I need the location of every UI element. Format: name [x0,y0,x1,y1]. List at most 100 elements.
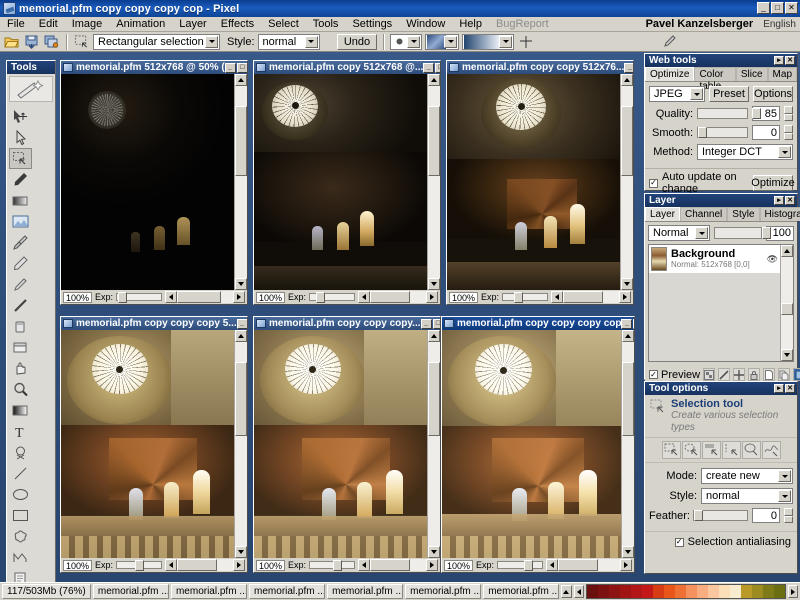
smooth-slider[interactable] [697,127,748,138]
ellipse-tool[interactable] [9,484,32,505]
exposure-slider-2[interactable] [309,292,356,303]
menu-animation[interactable]: Animation [109,17,172,32]
scroll-up-button[interactable] [781,245,793,257]
scroll-down-button[interactable] [621,278,633,290]
scroll-left-button[interactable] [358,291,371,303]
collapse-icon[interactable]: ▸ [774,196,784,205]
scroll-up-button[interactable] [235,330,247,342]
tool-preset-select[interactable]: Rectangular selection [93,33,220,50]
brush-tool[interactable] [9,274,32,295]
gradient-fill-tool[interactable] [9,400,32,421]
brush-select[interactable] [390,33,422,50]
close-icon[interactable]: ✕ [785,196,795,205]
image-1-vertical-scrollbar[interactable] [234,74,247,290]
new-selection-icon[interactable] [661,441,681,459]
chevron-down-icon[interactable] [407,35,420,48]
blend-mode-select[interactable]: Normal [648,225,710,241]
image-4-horizontal-scrollbar[interactable] [165,559,245,571]
optimize-button[interactable]: Optimize [751,175,795,191]
layer-row-background[interactable]: Background Normal: 512x768 [0,0] 👁 [649,245,780,273]
link-icon[interactable] [718,368,731,381]
undo-button[interactable]: Undo [337,33,377,50]
intersect-selection-icon[interactable] [721,441,741,459]
exposure-slider-3[interactable] [502,292,549,303]
image-window-5-titlebar[interactable]: memorial.pfm copy copy copy... _ □ ✕ [254,317,440,330]
menu-tools[interactable]: Tools [306,17,346,32]
menu-window[interactable]: Window [399,17,452,32]
quality-slider[interactable] [697,108,761,119]
scroll-down-button[interactable] [235,278,247,290]
move-icon[interactable] [733,368,746,381]
line-shape-tool[interactable] [9,463,32,484]
close-button[interactable]: ✕ [785,2,798,14]
menu-layer[interactable]: Layer [172,17,214,32]
rectangle-tool[interactable] [9,505,32,526]
palette-swatch[interactable] [751,585,763,598]
image-window-1-titlebar[interactable]: memorial.pfm 512x768 @ 50% ( _ □ ✕ [61,61,247,74]
zoom-tool[interactable] [9,379,32,400]
tab-channel[interactable]: Channel [680,207,728,221]
scroll-thumb[interactable] [235,106,247,176]
image-window-4-titlebar[interactable]: memorial.pfm copy copy copy 5... _ □ ✕ [61,317,247,330]
feather-spinner[interactable] [784,508,793,523]
scroll-right-button[interactable] [426,291,438,303]
menu-effects[interactable]: Effects [214,17,261,32]
antialias-checkbox[interactable]: ✓ [674,537,684,547]
pencil-tool[interactable] [9,253,32,274]
eye-icon[interactable]: 👁 [767,254,778,265]
chevron-down-icon[interactable] [695,227,708,239]
image-window-4[interactable]: memorial.pfm copy copy copy 5... _ □ ✕ [60,316,248,573]
pattern-select[interactable] [425,33,459,50]
minimize-button[interactable]: _ [224,62,236,73]
scroll-up-button[interactable] [428,330,440,342]
brush-tool-icon[interactable] [660,33,677,50]
image-1-horizontal-scrollbar[interactable] [165,291,245,303]
feather-value[interactable]: 0 [752,508,780,523]
scroll-left-button[interactable] [165,559,178,571]
tab-color-table[interactable]: Color table [694,67,736,92]
scroll-left-button[interactable] [546,559,559,571]
freeform-tool[interactable] [9,547,32,568]
palette-scroll-left-button[interactable] [573,585,584,598]
style-select[interactable]: normal [257,33,320,50]
minimize-button[interactable]: _ [624,62,633,73]
new-layer-icon[interactable] [763,368,776,381]
scroll-up-button[interactable] [622,330,634,342]
image-canvas-6[interactable] [442,330,621,558]
polygon-tool[interactable] [9,526,32,547]
palette-swatch[interactable] [630,585,642,598]
window-tab-3[interactable]: memorial.pfm ... [249,584,326,599]
collapse-icon[interactable]: ▸ [774,56,784,65]
smooth-value[interactable]: 0 [752,125,780,140]
preview-checkbox[interactable]: ✓ [649,370,658,379]
palette-swatch[interactable] [674,585,686,598]
move-tool[interactable] [9,106,32,127]
image-6-horizontal-scrollbar[interactable] [546,559,632,571]
restore-button[interactable]: □ [771,2,784,14]
scroll-track[interactable] [428,86,440,278]
chevron-down-icon[interactable] [444,35,457,48]
image-canvas-5[interactable] [254,330,427,558]
image-5-horizontal-scrollbar[interactable] [358,559,438,571]
scroll-track[interactable] [621,86,633,278]
chevron-down-icon[interactable] [499,35,512,48]
chevron-down-icon[interactable] [690,88,703,100]
palette-swatch[interactable] [729,585,741,598]
chevron-down-icon[interactable] [778,470,791,482]
chevron-down-icon[interactable] [778,490,791,502]
save-all-icon[interactable] [43,33,60,50]
zoom-level-3[interactable]: 100% [449,291,479,303]
zoom-level-1[interactable]: 100% [63,291,93,303]
scroll-right-button[interactable] [233,559,245,571]
tabs-scroll-up-button[interactable] [561,585,572,598]
color-palette-strip[interactable] [585,584,786,599]
mode-select[interactable]: create new [701,468,793,484]
image-window-3-titlebar[interactable]: memorial.pfm copy copy 512x76... _ □ ✕ [447,61,633,74]
image-window-6-titlebar[interactable]: memorial.pfm copy copy copy cop _ □ ✕ [442,317,634,330]
image-canvas-1[interactable] [61,74,234,290]
delete-layer-icon[interactable] [793,368,800,381]
menu-image[interactable]: Image [65,17,110,32]
pen-tool[interactable] [9,169,32,190]
smooth-spinner[interactable] [784,125,793,140]
crosshair-icon[interactable] [517,33,534,50]
